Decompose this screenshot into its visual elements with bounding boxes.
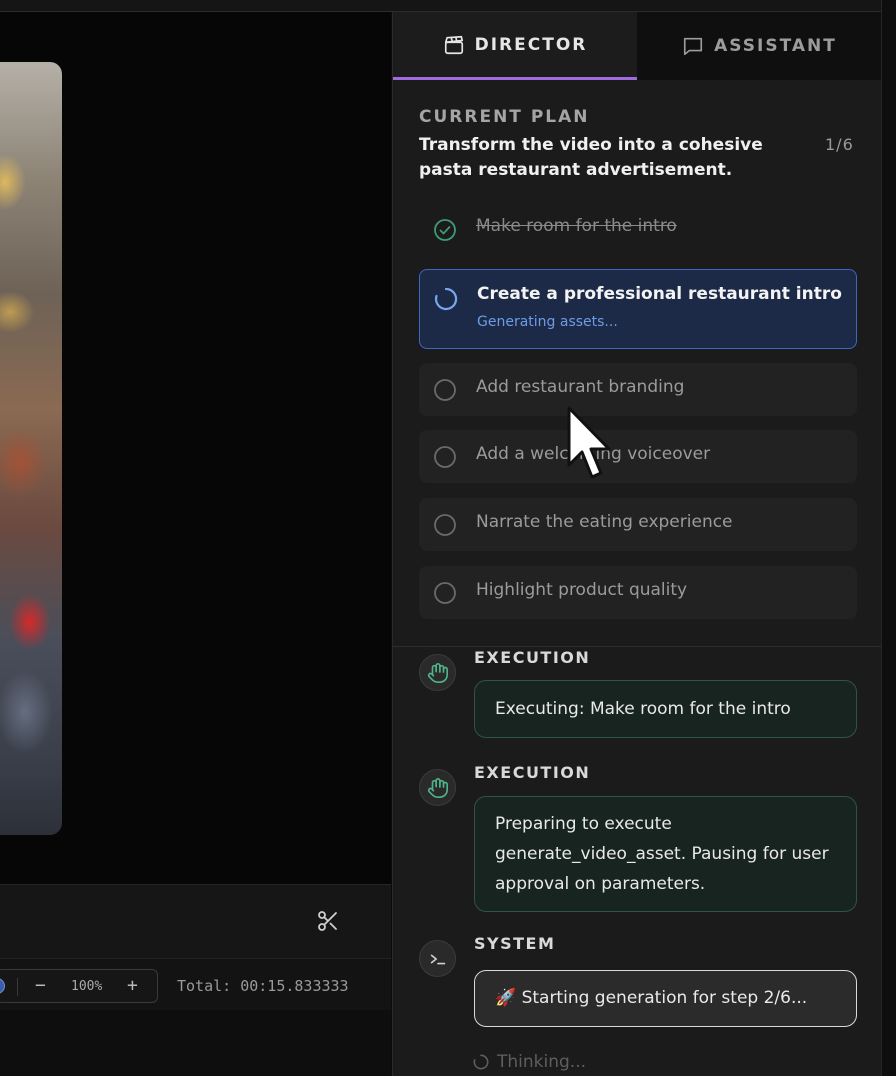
window-top-edge xyxy=(0,0,896,12)
hand-icon xyxy=(427,778,448,798)
plan-step-1[interactable]: Make room for the intro xyxy=(419,202,857,252)
zoom-level: 100% xyxy=(71,979,103,994)
plan-description: Transform the video into a cohesive past… xyxy=(419,135,763,180)
spinner-icon xyxy=(473,1054,489,1070)
plan-step-5[interactable]: Narrate the eating experience xyxy=(419,498,857,551)
panel-tabs: DIRECTOR ASSISTANT xyxy=(393,12,882,80)
loading-spinner-icon xyxy=(434,287,458,311)
log-entry-execution-1: EXECUTION Executing: Make room for the i… xyxy=(419,648,859,740)
mouse-cursor-icon xyxy=(567,406,611,479)
log-message: 🚀 Starting generation for step 2/6... xyxy=(474,970,857,1027)
plan-step-4[interactable]: Add a welcoming voiceover xyxy=(419,430,857,483)
empty-circle-icon xyxy=(434,582,456,604)
zoom-row: − 100% + Total: 00:15.833333 xyxy=(0,958,391,1010)
plan-step-status: Generating assets... xyxy=(477,314,618,330)
check-circle-icon xyxy=(434,219,456,241)
plan-step-count: 1/6 xyxy=(825,135,854,154)
avatar xyxy=(419,769,456,806)
tab-director-label: DIRECTOR xyxy=(474,34,588,55)
empty-circle-icon xyxy=(434,514,456,536)
zoom-out-button[interactable]: − xyxy=(35,975,46,996)
snap-toggle-icon[interactable] xyxy=(0,978,5,994)
thinking-indicator: Thinking... xyxy=(473,1052,586,1072)
plan-step-label: Add restaurant branding xyxy=(476,377,685,397)
log-entry-execution-2: EXECUTION Preparing to execute generate_… xyxy=(419,763,859,913)
plan-step-label: Highlight product quality xyxy=(476,580,688,600)
plan-title: CURRENT PLAN xyxy=(419,107,590,127)
log-role: EXECUTION xyxy=(474,648,591,667)
tab-director[interactable]: DIRECTOR xyxy=(393,12,637,80)
log-role: EXECUTION xyxy=(474,763,591,782)
plan-step-label: Narrate the eating experience xyxy=(476,512,733,532)
log-message: Executing: Make room for the intro xyxy=(474,680,857,738)
log-role: SYSTEM xyxy=(474,934,556,953)
app-root: − 100% + Total: 00:15.833333 DIRECTOR AS… xyxy=(0,0,896,1076)
timeline-toolbar xyxy=(0,884,391,958)
video-frame[interactable] xyxy=(0,62,62,835)
empty-circle-icon xyxy=(434,379,456,401)
plan-step-2[interactable]: Create a professional restaurant intro G… xyxy=(419,269,857,349)
hand-icon xyxy=(427,663,448,683)
plan-step-label: Create a professional restaurant intro xyxy=(477,284,842,304)
terminal-icon xyxy=(430,954,446,965)
zoom-control: − 100% + xyxy=(0,969,158,1003)
director-panel: DIRECTOR ASSISTANT CURRENT PLAN Transfor… xyxy=(392,12,882,1076)
plan-step-3[interactable]: Add restaurant branding xyxy=(419,363,857,416)
avatar xyxy=(419,654,456,691)
zoom-separator xyxy=(17,978,18,996)
log-entry-system: SYSTEM 🚀 Starting generation for step 2/… xyxy=(419,934,859,1030)
section-divider xyxy=(393,646,882,647)
thinking-text: Thinking... xyxy=(497,1052,587,1072)
avatar xyxy=(419,940,456,977)
empty-circle-icon xyxy=(434,446,456,468)
tab-assistant[interactable]: ASSISTANT xyxy=(637,12,882,80)
scrollbar-gutter[interactable] xyxy=(881,0,896,1076)
timeline-tracks xyxy=(0,1010,391,1076)
scissors-icon[interactable] xyxy=(316,909,340,933)
video-preview-area: − 100% + Total: 00:15.833333 xyxy=(0,12,391,1076)
chat-bubble-icon xyxy=(684,37,703,56)
clapperboard-icon xyxy=(444,35,463,54)
zoom-in-button[interactable]: + xyxy=(127,975,138,996)
tab-assistant-label: ASSISTANT xyxy=(714,36,837,56)
total-duration: Total: 00:15.833333 xyxy=(177,977,349,995)
plan-step-6[interactable]: Highlight product quality xyxy=(419,566,857,619)
log-message: Preparing to execute generate_video_asse… xyxy=(474,796,857,912)
plan-step-label: Make room for the intro xyxy=(476,216,677,236)
